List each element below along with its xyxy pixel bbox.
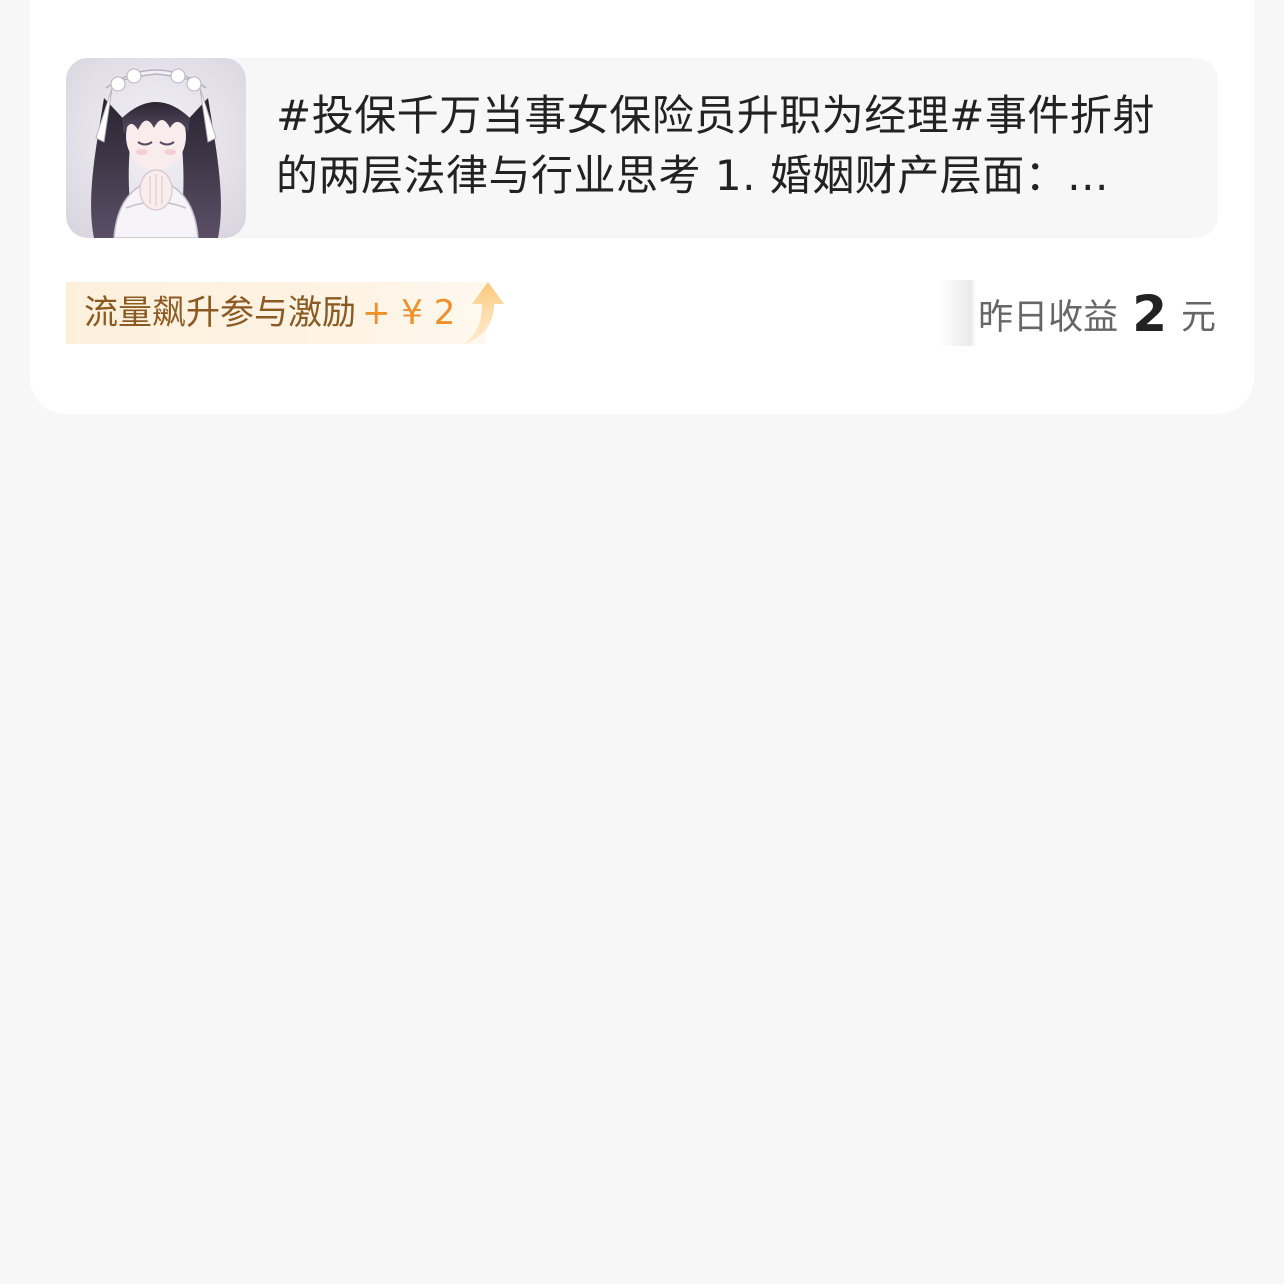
earnings-summary[interactable]: 昨日收益 2 元 — [978, 284, 1216, 344]
earnings-unit: 元 — [1180, 297, 1216, 338]
article-thumbnail — [66, 58, 246, 238]
traffic-boost-tag[interactable]: 流量飙升参与激励 + ¥ 2 — [66, 282, 506, 344]
up-arrow-icon — [464, 282, 504, 344]
earnings-label: 昨日收益 — [978, 297, 1119, 338]
traffic-boost-label: 流量飙升参与激励 — [84, 293, 356, 333]
article-preview[interactable]: #投保千万当事女保险员升职为经理#事件折射的两层法律与行业思考 1. 婚姻财产层… — [66, 58, 1218, 238]
traffic-boost-amount: + ¥ 2 — [362, 293, 456, 333]
article-title: #投保千万当事女保险员升职为经理#事件折射的两层法律与行业思考 1. 婚姻财产层… — [276, 91, 1155, 200]
anime-girl-avatar-icon — [66, 58, 246, 238]
traffic-boost-text: 流量飙升参与激励 + ¥ 2 — [84, 291, 455, 335]
earnings-divider-shadow — [940, 280, 976, 346]
earnings-value: 2 — [1132, 285, 1167, 343]
